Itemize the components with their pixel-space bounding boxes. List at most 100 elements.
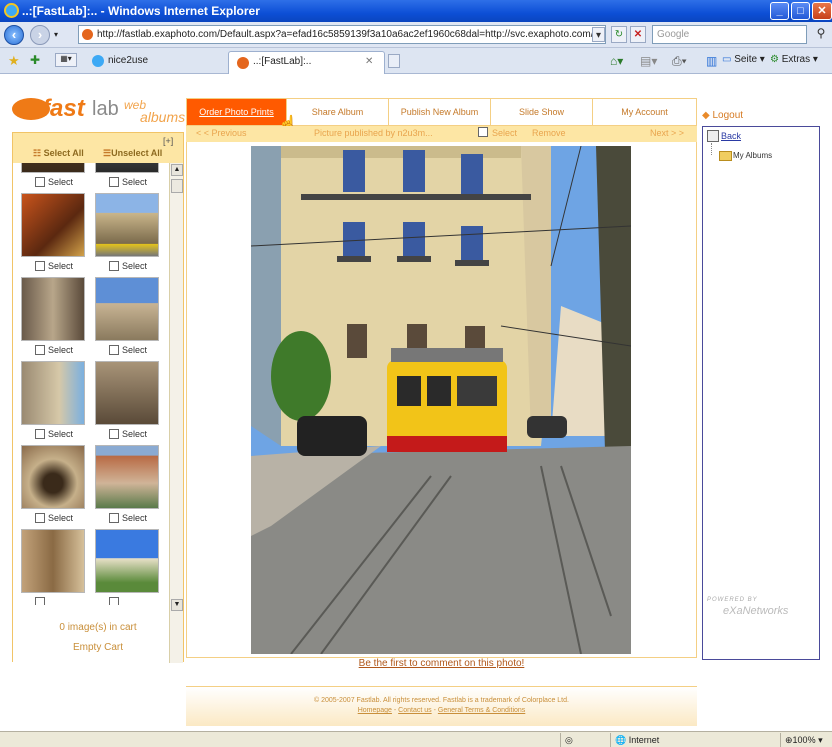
- home-icon[interactable]: ⌂▾: [610, 54, 623, 68]
- select-all-label: Select All: [43, 148, 84, 158]
- security-icon[interactable]: ◎: [560, 733, 610, 747]
- status-bar: ◎ 🌐 Internet ⊕100% ▾: [0, 731, 832, 747]
- tab-publish-new-album[interactable]: Publish New Album: [389, 99, 491, 125]
- tab-my-account[interactable]: My Account: [593, 99, 696, 125]
- thumbnail-image[interactable]: [21, 163, 85, 173]
- close-window-button[interactable]: ✕: [812, 2, 832, 20]
- scroll-thumb[interactable]: [171, 179, 183, 193]
- extras-menu[interactable]: ⚙ Extras ▾: [770, 54, 818, 65]
- contact-link[interactable]: Contact us: [398, 707, 431, 714]
- favorites-star-icon[interactable]: ★: [8, 53, 20, 69]
- tab-list-icon[interactable]: ▦▾: [55, 53, 77, 67]
- select-photo-label[interactable]: Select: [492, 128, 517, 138]
- thumbnail-image[interactable]: [21, 193, 85, 257]
- thumbnail-scrollbar[interactable]: ▲ ▼: [169, 163, 183, 663]
- select-checkbox[interactable]: Select: [35, 513, 73, 523]
- zone-label: Internet: [628, 735, 660, 745]
- scroll-up-icon[interactable]: ▲: [171, 164, 183, 176]
- thumbnail-image[interactable]: [21, 445, 85, 509]
- thumbnail-image[interactable]: [95, 361, 159, 425]
- stop-icon[interactable]: ✕: [630, 26, 646, 43]
- scroll-down-icon[interactable]: ▼: [171, 599, 183, 611]
- select-all-button[interactable]: ☷ Select All: [33, 148, 84, 159]
- thumbnail-image[interactable]: [21, 361, 85, 425]
- next-link[interactable]: Next > >: [650, 128, 684, 138]
- select-checkbox[interactable]: Select: [109, 177, 147, 187]
- logout-link[interactable]: ◆ Logout: [702, 110, 743, 121]
- select-checkbox[interactable]: Select: [35, 429, 73, 439]
- powered-by-label: POWERED BY: [707, 597, 758, 603]
- terms-link[interactable]: General Terms & Conditions: [438, 707, 525, 714]
- select-checkbox[interactable]: Select: [35, 177, 73, 187]
- thumbnail-image[interactable]: [21, 529, 85, 593]
- comment-link[interactable]: Be the first to comment on this photo!: [186, 658, 697, 669]
- back-link[interactable]: Back: [707, 130, 741, 142]
- thumbnail-image[interactable]: [95, 529, 159, 593]
- print-icon[interactable]: ⎙▾: [672, 54, 687, 69]
- thumbnail-image[interactable]: [95, 193, 159, 257]
- main-photo[interactable]: [251, 146, 631, 654]
- page-menu-label: Seite: [734, 54, 758, 65]
- tab-share-album[interactable]: Share Album: [287, 99, 389, 125]
- homepage-link[interactable]: Homepage: [358, 707, 392, 714]
- back-nav-button[interactable]: ‹: [4, 25, 24, 45]
- select-checkbox[interactable]: [35, 597, 48, 605]
- remove-link[interactable]: Remove: [532, 128, 566, 138]
- empty-cart-link[interactable]: Empty Cart: [12, 642, 184, 653]
- select-all-icon: ☷: [33, 148, 44, 158]
- album-tree-panel: Back My Albums POWERED BY eXaNetworks: [702, 126, 820, 660]
- zoom-icon: ⊕: [785, 735, 793, 745]
- address-bar[interactable]: http://fastlab.exaphoto.com/Default.aspx…: [78, 25, 606, 44]
- maximize-button[interactable]: □: [791, 2, 810, 20]
- new-tab-button[interactable]: [388, 54, 400, 68]
- nav-dropdown-icon[interactable]: ▾: [54, 30, 58, 39]
- select-checkbox[interactable]: Select: [35, 345, 73, 355]
- select-checkbox[interactable]: Select: [35, 261, 73, 271]
- search-input[interactable]: Google: [652, 25, 807, 44]
- logout-label: Logout: [712, 110, 744, 121]
- tab-slide-show[interactable]: Slide Show: [491, 99, 593, 125]
- title-bar: ..:[FastLab]:.. - Windows Internet Explo…: [0, 0, 832, 22]
- expand-toggle[interactable]: [+]: [163, 136, 173, 146]
- unselect-all-icon: ☰: [103, 148, 112, 158]
- research-icon[interactable]: ▥: [706, 54, 717, 68]
- zoom-control[interactable]: ⊕100% ▾: [780, 733, 832, 747]
- select-checkbox[interactable]: Select: [109, 513, 147, 523]
- tab-fastlab[interactable]: ..:[FastLab]:.. ✕: [228, 51, 385, 74]
- thumbnail-image[interactable]: [95, 163, 159, 173]
- previous-link[interactable]: < < Previous: [196, 128, 247, 138]
- tab-order-photo-prints[interactable]: Order Photo Prints: [187, 99, 287, 125]
- fastlab-logo[interactable]: fast lab web albums: [12, 94, 187, 128]
- ie-logo-icon: [4, 3, 19, 18]
- forward-nav-button[interactable]: ›: [30, 25, 50, 45]
- tab-close-icon[interactable]: ✕: [365, 56, 373, 67]
- search-icon[interactable]: ⚲: [812, 26, 830, 43]
- page-footer: © 2005-2007 Fastlab. All rights reserved…: [186, 686, 697, 726]
- select-checkbox[interactable]: [109, 597, 122, 605]
- window-title: ..:[FastLab]:.. - Windows Internet Explo…: [22, 4, 260, 18]
- favorites-link[interactable]: nice2use: [90, 52, 148, 72]
- cart-info: 0 image(s) in cart Empty Cart: [12, 620, 184, 662]
- page-menu[interactable]: ▭ Seite ▾: [722, 54, 765, 65]
- select-checkbox[interactable]: Select: [109, 261, 147, 271]
- logo-albums: albums: [140, 109, 186, 125]
- picture-toolbar: < < Previous Picture published by n2u3m.…: [186, 126, 697, 142]
- thumbnail-image[interactable]: [21, 277, 85, 341]
- zone-indicator[interactable]: 🌐 Internet: [610, 733, 740, 747]
- address-dropdown-icon[interactable]: ▾: [592, 27, 605, 42]
- add-favorite-icon[interactable]: ✚: [30, 53, 40, 67]
- extras-menu-label: Extras: [781, 54, 811, 65]
- minimize-button[interactable]: _: [770, 2, 789, 20]
- select-checkbox[interactable]: Select: [109, 345, 147, 355]
- unselect-all-button[interactable]: ☰Unselect All: [103, 148, 162, 159]
- thumbnail-image[interactable]: [95, 277, 159, 341]
- select-checkbox[interactable]: Select: [109, 429, 147, 439]
- zoom-level: 100%: [792, 735, 816, 745]
- select-photo-checkbox[interactable]: [478, 127, 488, 137]
- feeds-icon[interactable]: ▤▾: [640, 54, 657, 68]
- exanetworks-logo[interactable]: eXaNetworks: [723, 605, 788, 617]
- logout-bullet-icon: ◆: [702, 110, 713, 121]
- thumbnail-image[interactable]: [95, 445, 159, 509]
- my-albums-folder[interactable]: My Albums: [719, 151, 772, 161]
- refresh-icon[interactable]: ↻: [611, 26, 627, 43]
